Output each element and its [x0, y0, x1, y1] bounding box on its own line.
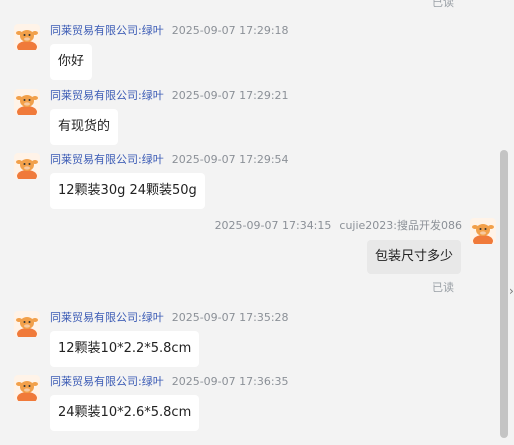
message-meta: 同莱贸易有限公司:绿叶 2025-09-07 17:35:28	[50, 311, 289, 325]
avatar[interactable]	[14, 24, 40, 50]
chevron-right-icon[interactable]: ›	[509, 284, 514, 298]
scrollbar-thumb[interactable]	[500, 150, 508, 438]
message-bubble[interactable]: 24颗装10*2.6*5.8cm	[50, 395, 200, 431]
message-meta: 同莱贸易有限公司:绿叶 2025-09-07 17:29:54	[50, 153, 289, 167]
avatar[interactable]	[14, 311, 40, 337]
sender-name: 同莱贸易有限公司:绿叶	[50, 375, 164, 388]
message-bubble[interactable]: 有现货的	[50, 109, 119, 145]
message-time: 2025-09-07 17:29:21	[171, 89, 289, 102]
message-bubble[interactable]: 12颗装30g 24颗装50g	[50, 173, 205, 209]
message-time: 2025-09-07 17:35:28	[171, 311, 289, 324]
avatar[interactable]	[14, 375, 40, 401]
message-time: 2025-09-07 17:29:18	[171, 24, 289, 37]
chat-message-list: 已读 同莱贸易有限公司:绿叶 2025-09-07 17:29:18 你好 同莱…	[0, 0, 514, 445]
message-meta: 同莱贸易有限公司:绿叶 2025-09-07 17:29:18	[50, 24, 289, 38]
sender-name: 同莱贸易有限公司:绿叶	[50, 311, 164, 324]
message-meta: 同莱贸易有限公司:绿叶 2025-09-07 17:29:21	[50, 89, 289, 103]
read-status-top: 已读	[432, 0, 454, 9]
sender-name: 同莱贸易有限公司:绿叶	[50, 153, 164, 166]
avatar[interactable]	[470, 218, 496, 244]
sender-name: cujie2023:搜品开发086	[339, 219, 462, 232]
avatar[interactable]	[14, 89, 40, 115]
sender-name: 同莱贸易有限公司:绿叶	[50, 89, 164, 102]
outgoing-message-bubble[interactable]: 包装尺寸多少	[366, 240, 461, 274]
read-status: 已读	[432, 281, 454, 294]
message-meta: 同莱贸易有限公司:绿叶 2025-09-07 17:36:35	[50, 375, 289, 389]
message-bubble[interactable]: 你好	[50, 44, 93, 80]
message-time: 2025-09-07 17:36:35	[171, 375, 289, 388]
message-time: 2025-09-07 17:34:15	[214, 219, 332, 232]
message-time: 2025-09-07 17:29:54	[171, 153, 289, 166]
sender-name: 同莱贸易有限公司:绿叶	[50, 24, 164, 37]
outgoing-message-meta: 2025-09-07 17:34:15 cujie2023:搜品开发086	[215, 219, 462, 233]
avatar[interactable]	[14, 153, 40, 179]
message-bubble[interactable]: 12颗装10*2.2*5.8cm	[50, 331, 200, 367]
